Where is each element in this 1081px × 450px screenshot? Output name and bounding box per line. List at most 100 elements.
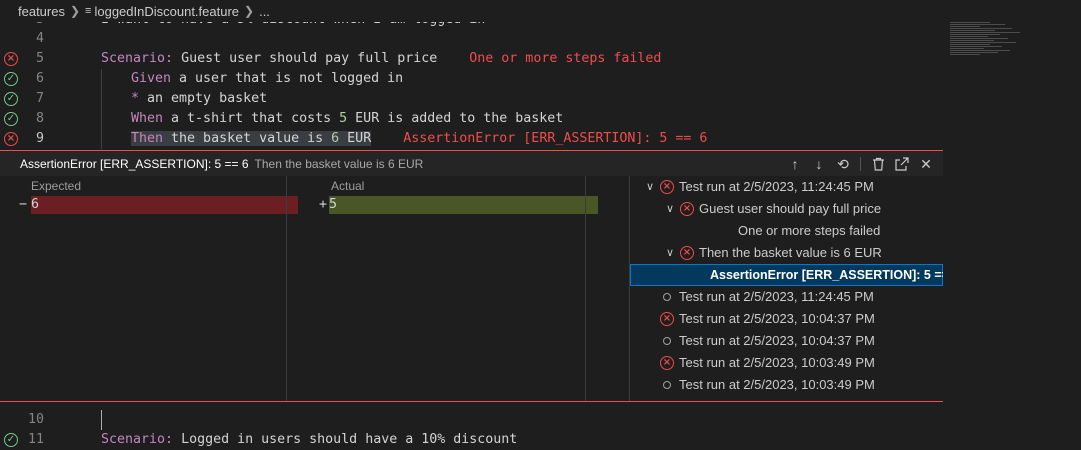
line-number: 4 — [35, 31, 44, 46]
file-icon: ≡ — [85, 5, 92, 17]
split-divider[interactable] — [286, 176, 287, 401]
code-line-6[interactable]: Given a user that is not logged in — [131, 69, 403, 89]
chevron-down-icon[interactable]: ∨ — [664, 242, 676, 264]
minimap-line — [950, 44, 990, 45]
peek-actions: ↑ ↓ ⟲ ✕ — [784, 154, 937, 174]
split-divider[interactable] — [585, 176, 586, 401]
code-text: the basket value is — [163, 131, 332, 146]
minimap-line — [950, 28, 1012, 29]
test-failed-icon: × — [680, 202, 694, 216]
minimap-line — [950, 42, 1016, 43]
test-result-item[interactable]: ∨ × Test run at 2/5/2023, 11:24:45 PM — [630, 176, 943, 198]
code-text: an empty basket — [139, 91, 268, 106]
gutter-line-4: 4 — [0, 29, 70, 49]
inline-error-message: One or more steps failed — [437, 51, 662, 66]
gutter-line-8: ✓ 8 — [0, 109, 70, 129]
code-text: a user that is not logged in — [171, 71, 404, 86]
test-unset-icon — [663, 337, 671, 345]
minimap-line — [950, 36, 988, 37]
trash-icon[interactable] — [867, 154, 889, 174]
minimap-line — [950, 50, 1010, 51]
code-line-9[interactable]: Then the basket value is 6 EUR Assertion… — [131, 129, 707, 149]
close-icon[interactable]: ✕ — [915, 154, 937, 174]
test-result-item[interactable]: ∨ × Guest user should pay full price — [630, 198, 943, 220]
actual-line[interactable]: 5 — [329, 196, 598, 214]
test-result-item[interactable]: Test run at 2/5/2023, 10:04:37 PM — [630, 330, 943, 352]
code-line-7[interactable]: * an empty basket — [131, 89, 267, 109]
actual-label: Actual — [331, 179, 365, 193]
keyword: Scenario: — [101, 51, 174, 66]
tree-item-label: Test run at 2/5/2023, 10:03:49 PM — [679, 355, 875, 370]
indent-guide — [101, 69, 102, 149]
diff-expected-pane[interactable]: Expected 6 − — [0, 176, 300, 401]
expected-value: 6 — [31, 197, 40, 212]
removed-prefix: − — [19, 197, 28, 212]
gutter-line-5: × 5 — [0, 49, 70, 69]
code-text: Guest user should pay full price — [173, 51, 438, 66]
tree-item-label: Test run at 2/5/2023, 10:04:37 PM — [679, 333, 875, 348]
test-result-item[interactable]: Test run at 2/5/2023, 10:03:49 PM — [630, 374, 943, 396]
keyword: Given — [131, 71, 172, 86]
arrow-down-icon[interactable]: ↓ — [808, 154, 830, 174]
tree-item-label: Test run at 2/5/2023, 11:24:45 PM — [679, 179, 874, 194]
code-line-5[interactable]: Scenario: Guest user should pay full pri… — [101, 49, 661, 69]
breadcrumb-item-ellipsis[interactable]: ... — [259, 4, 270, 19]
keyword: * — [131, 91, 140, 106]
chevron-right-icon: ❯ — [69, 4, 81, 18]
history-icon[interactable]: ⟲ — [832, 154, 854, 174]
minimap-line — [950, 24, 1005, 25]
open-in-editor-icon[interactable] — [891, 154, 913, 174]
minimap-line — [950, 54, 980, 55]
minimap-line — [950, 32, 1020, 33]
line-number: 6 — [35, 71, 44, 86]
test-unset-icon — [663, 293, 671, 301]
minimap-line — [950, 38, 1008, 39]
editor-top[interactable]: 3 I want to have a 5% discount when I am… — [0, 0, 1081, 150]
minimap[interactable] — [950, 22, 1035, 82]
expected-line[interactable]: 6 — [31, 196, 298, 214]
test-result-item[interactable]: One or more steps failed — [630, 220, 943, 242]
inline-error-message: AssertionError [ERR_ASSERTION]: 5 == 6 — [371, 131, 708, 146]
line-number: 8 — [35, 111, 44, 126]
divider — [860, 157, 861, 171]
test-results-tree: ∨ × Test run at 2/5/2023, 11:24:45 PM ∨ × Gue… — [630, 176, 943, 401]
line-number: 10 — [27, 412, 44, 427]
breadcrumb-item-features[interactable]: features — [18, 4, 65, 19]
gutter-line-11: ✓ 11 — [0, 430, 70, 450]
code-text: EUR — [339, 131, 372, 146]
tree-item-label: Test run at 2/5/2023, 11:24:45 PM — [679, 289, 874, 304]
arrow-up-icon[interactable]: ↑ — [784, 154, 806, 174]
code-text: a t-shirt that costs — [163, 111, 340, 126]
test-result-item[interactable]: ∨ × Then the basket value is 6 EUR — [630, 242, 943, 264]
line-number: 7 — [35, 91, 44, 106]
peek-header: AssertionError [ERR_ASSERTION]: 5 == 6 T… — [0, 151, 943, 176]
chevron-right-icon: ❯ — [244, 4, 255, 18]
code-line-8[interactable]: When a t-shirt that costs 5 EUR is added… — [131, 109, 563, 129]
editor-bottom[interactable]: 10 ✓ 11 Scenario: Logged in users should ha… — [0, 402, 1081, 447]
chevron-down-icon[interactable]: ∨ — [644, 176, 656, 198]
text-cursor — [101, 410, 102, 430]
expected-label: Expected — [31, 179, 82, 193]
breadcrumb-item-file[interactable]: loggedInDiscount.feature — [94, 4, 239, 19]
test-peek-widget: AssertionError [ERR_ASSERTION]: 5 == 6 T… — [0, 150, 943, 402]
minimap-line — [950, 30, 995, 31]
line-number: 11 — [27, 432, 44, 447]
diff-actual-pane[interactable]: Actual 5 + — [300, 176, 630, 401]
gutter-line-9: × 9 — [0, 129, 70, 149]
tree-item-label: One or more steps failed — [738, 223, 881, 238]
keyword: When — [131, 111, 164, 126]
chevron-down-icon[interactable]: ∨ — [664, 198, 676, 220]
minimap-line — [950, 48, 984, 49]
actual-value: 5 — [329, 197, 338, 212]
code-line-11[interactable]: Scenario: Logged in users should have a … — [101, 430, 517, 450]
test-result-item[interactable]: × Test run at 2/5/2023, 10:03:49 PM — [630, 352, 943, 374]
test-failed-icon: × — [660, 180, 674, 194]
test-result-item[interactable]: Test run at 2/5/2023, 11:24:45 PM — [630, 286, 943, 308]
gutter-line-6: ✓ 6 — [0, 69, 70, 89]
test-result-item[interactable]: AssertionError [ERR_ASSERTION]: 5 == — [630, 264, 943, 286]
breadcrumb: features ❯ ≡ loggedInDiscount.feature ❯ … — [0, 0, 1081, 22]
code-text: EUR is added to the basket — [347, 111, 564, 126]
minimap-line — [950, 52, 998, 53]
tree-item-label: Then the basket value is 6 EUR — [699, 245, 882, 260]
test-result-item[interactable]: × Test run at 2/5/2023, 10:04:37 PM — [630, 308, 943, 330]
